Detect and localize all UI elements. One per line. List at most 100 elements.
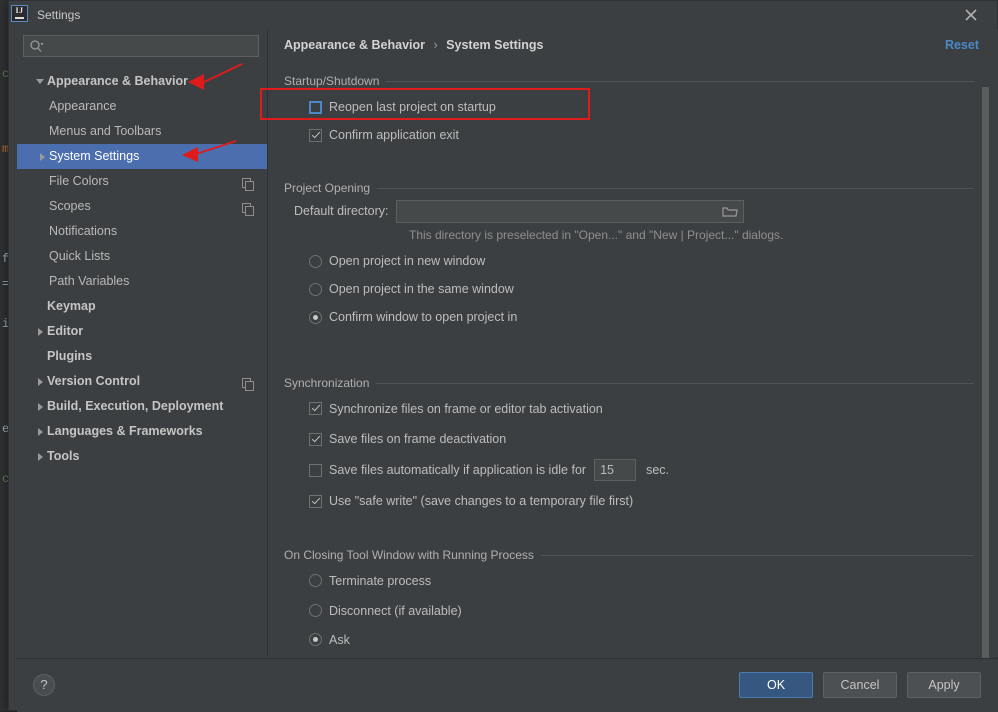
chevron-right-icon[interactable] (33, 452, 47, 461)
sidebar-item-label: Keymap (47, 299, 96, 313)
sidebar-item-quick-lists[interactable]: Quick Lists (17, 244, 267, 269)
sidebar-item-file-colors[interactable]: File Colors (17, 169, 267, 194)
search-input[interactable] (44, 37, 258, 55)
sidebar-item-label: Appearance (49, 99, 117, 113)
reopen-last-project-row[interactable]: Reopen last project on startup (284, 91, 974, 123)
section-header: On Closing Tool Window with Running Proc… (284, 547, 974, 563)
default-directory-input[interactable] (397, 202, 723, 220)
confirm-window-radio[interactable] (309, 310, 322, 324)
terminate-process-radio[interactable] (309, 574, 322, 587)
open-in-same-window-label: Open project in the same window (329, 282, 514, 296)
settings-content-panel: Appearance & Behavior › System Settings … (267, 29, 998, 669)
scrollbar-thumb[interactable] (982, 87, 989, 669)
section-project-opening: Project Opening Default directory: This … (284, 180, 974, 331)
open-in-new-window-row[interactable]: Open project in new window (284, 247, 974, 275)
terminate-process-row[interactable]: Terminate process (284, 565, 974, 596)
sidebar-item-scopes[interactable]: Scopes (17, 194, 267, 219)
default-directory-field[interactable] (396, 199, 745, 223)
close-icon[interactable] (961, 5, 981, 25)
sync-files-checkbox[interactable] (309, 402, 322, 415)
ask-label: Ask (329, 632, 350, 647)
section-divider (376, 382, 974, 384)
reopen-last-project-checkbox[interactable] (309, 100, 322, 114)
sidebar-item-build-execution-deployment[interactable]: Build, Execution, Deployment (17, 394, 267, 419)
chevron-right-icon[interactable] (33, 377, 47, 386)
sidebar-item-label: Notifications (49, 224, 118, 238)
sidebar-item-tools[interactable]: Tools (17, 444, 267, 469)
sidebar-item-label: Build, Execution, Deployment (47, 399, 224, 413)
apply-button[interactable]: Apply (907, 672, 981, 698)
idle-seconds-field[interactable] (594, 459, 637, 481)
save-on-deactivation-label: Save files on frame deactivation (329, 432, 507, 446)
save-when-idle-checkbox[interactable] (309, 463, 322, 477)
help-button[interactable]: ? (33, 674, 55, 696)
confirm-window-row[interactable]: Confirm window to open project in (284, 303, 974, 331)
chevron-right-icon[interactable] (35, 152, 49, 161)
breadcrumb: Appearance & Behavior › System Settings (284, 38, 543, 52)
sidebar-item-label: Plugins (47, 349, 93, 363)
save-on-deactivation-checkbox[interactable] (309, 432, 322, 446)
sidebar-item-label: Path Variables (49, 274, 130, 288)
sidebar-item-label: Scopes (49, 199, 91, 213)
content-scrollbar[interactable] (981, 87, 990, 677)
disconnect-row[interactable]: Disconnect (if available) (284, 596, 974, 625)
confirm-application-exit-row[interactable]: Confirm application exit (284, 123, 974, 147)
sidebar-item-label: Appearance & Behavior (47, 74, 189, 88)
ok-button[interactable]: OK (739, 672, 813, 698)
sync-files-label: Synchronize files on frame or editor tab… (329, 401, 603, 416)
open-in-same-window-row[interactable]: Open project in the same window (284, 275, 974, 303)
chevron-down-icon[interactable] (33, 79, 47, 84)
cancel-button[interactable]: Cancel (823, 672, 897, 698)
intellij-logo-icon: IJ (11, 5, 28, 22)
breadcrumb-leaf: System Settings (446, 38, 544, 52)
reopen-last-project-label: Reopen last project on startup (329, 100, 496, 114)
confirm-window-label: Confirm window to open project in (329, 310, 518, 324)
sidebar-item-version-control[interactable]: Version Control (17, 369, 267, 394)
sidebar-item-appearance-behavior[interactable]: Appearance & Behavior (17, 69, 267, 94)
reset-link[interactable]: Reset (945, 38, 979, 52)
sidebar-item-menus-and-toolbars[interactable]: Menus and Toolbars (17, 119, 267, 144)
sidebar-item-appearance[interactable]: Appearance (17, 94, 267, 119)
sidebar-item-editor[interactable]: Editor (17, 319, 267, 344)
default-directory-hint: This directory is preselected in "Open..… (409, 228, 784, 242)
sidebar-item-label: Editor (47, 324, 84, 338)
disconnect-radio[interactable] (309, 604, 322, 617)
open-in-new-window-radio[interactable] (309, 254, 322, 268)
sidebar-item-system-settings[interactable]: System Settings (17, 144, 267, 169)
safe-write-row[interactable]: Use "safe write" (save changes to a temp… (284, 486, 974, 516)
save-on-deactivation-row[interactable]: Save files on frame deactivation (284, 424, 974, 454)
safe-write-checkbox[interactable] (309, 494, 322, 508)
sidebar-item-label: Languages & Frameworks (47, 424, 203, 438)
sidebar-item-languages-frameworks[interactable]: Languages & Frameworks (17, 419, 267, 444)
folder-icon[interactable] (722, 205, 739, 218)
breadcrumb-root[interactable]: Appearance & Behavior (284, 38, 425, 52)
sidebar-item-notifications[interactable]: Notifications (17, 219, 267, 244)
save-when-idle-label: Save files automatically if application … (329, 463, 587, 477)
default-directory-row: Default directory: (284, 198, 974, 224)
open-in-same-window-radio[interactable] (309, 282, 322, 296)
safe-write-label: Use "safe write" (save changes to a temp… (329, 494, 634, 508)
sidebar-item-keymap[interactable]: Keymap (17, 294, 267, 319)
confirm-application-exit-checkbox[interactable] (309, 128, 322, 142)
chevron-right-icon[interactable] (33, 327, 47, 336)
search-box[interactable] (23, 35, 259, 57)
idle-seconds-input[interactable] (595, 461, 636, 479)
section-header: Startup/Shutdown (284, 73, 974, 89)
section-synchronization: Synchronization Synchronize files on fra… (284, 375, 974, 516)
sidebar-item-path-variables[interactable]: Path Variables (17, 269, 267, 294)
sidebar-item-plugins[interactable]: Plugins (17, 344, 267, 369)
ask-radio[interactable] (309, 633, 322, 646)
terminate-process-label: Terminate process (329, 573, 432, 588)
settings-sidebar: Appearance & Behavior Appearance Menus and… (17, 29, 267, 657)
dialog-title-bar: IJ Settings (9, 1, 997, 29)
save-when-idle-row[interactable]: Save files automatically if application … (284, 454, 974, 486)
sidebar-item-label: Quick Lists (49, 249, 111, 263)
ask-row[interactable]: Ask (284, 625, 974, 654)
sync-files-row[interactable]: Synchronize files on frame or editor tab… (284, 393, 974, 424)
chevron-right-icon[interactable] (33, 427, 47, 436)
section-title: On Closing Tool Window with Running Proc… (284, 548, 534, 562)
search-icon (29, 39, 44, 53)
settings-dialog: IJ Settings Appearance & Behavior Appeara… (8, 0, 998, 712)
chevron-right-icon[interactable] (33, 402, 47, 411)
section-divider (377, 187, 974, 189)
